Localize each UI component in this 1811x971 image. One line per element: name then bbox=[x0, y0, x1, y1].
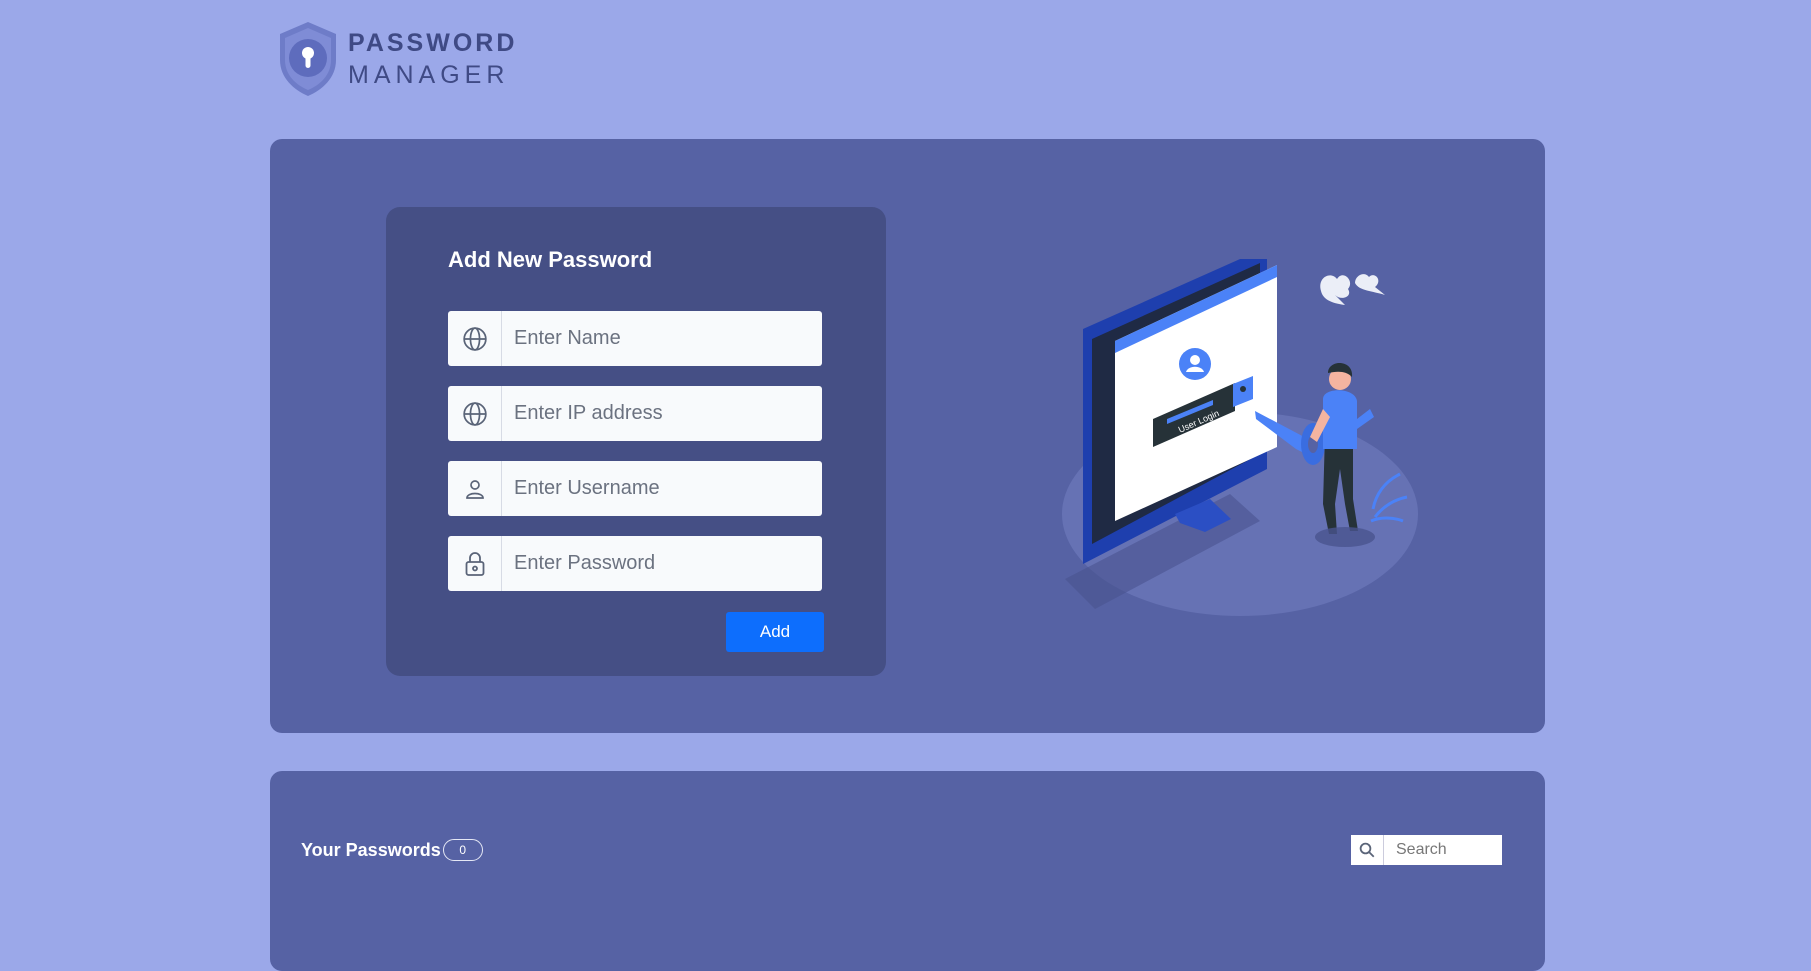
passwords-title: Your Passwords bbox=[301, 839, 441, 860]
search-icon bbox=[1351, 835, 1384, 865]
logo-title-line1: PASSWORD bbox=[348, 28, 518, 57]
user-icon bbox=[448, 461, 502, 516]
name-input[interactable] bbox=[502, 311, 822, 366]
search-input[interactable] bbox=[1384, 835, 1502, 865]
add-button[interactable]: Add bbox=[726, 612, 824, 652]
globe-icon bbox=[448, 311, 502, 366]
username-field bbox=[448, 461, 822, 516]
app-logo: PASSWORD MANAGER bbox=[276, 20, 517, 98]
add-password-form: Add New Password Enter Name Enter IP add… bbox=[386, 207, 886, 676]
your-passwords-panel: Your Passwords 0 bbox=[270, 771, 1545, 971]
name-field bbox=[448, 311, 822, 366]
passwords-count-badge: 0 bbox=[442, 839, 483, 861]
shield-keyhole-icon bbox=[280, 22, 336, 96]
lock-icon bbox=[448, 536, 502, 591]
add-password-panel: Add New Password Enter Name Enter IP add… bbox=[270, 139, 1545, 733]
ip-address-input[interactable] bbox=[502, 386, 822, 441]
ip-address-field bbox=[448, 386, 822, 441]
search-box bbox=[1351, 835, 1502, 865]
form-title: Add New Password bbox=[448, 247, 653, 272]
user-login-illustration: User Login bbox=[1062, 259, 1418, 616]
passwords-header: Your Passwords 0 bbox=[301, 839, 483, 861]
password-field bbox=[448, 536, 822, 591]
globe-icon bbox=[448, 386, 502, 441]
logo-title-line2: MANAGER bbox=[348, 60, 510, 89]
username-input[interactable] bbox=[502, 461, 822, 516]
password-input[interactable] bbox=[502, 536, 822, 591]
